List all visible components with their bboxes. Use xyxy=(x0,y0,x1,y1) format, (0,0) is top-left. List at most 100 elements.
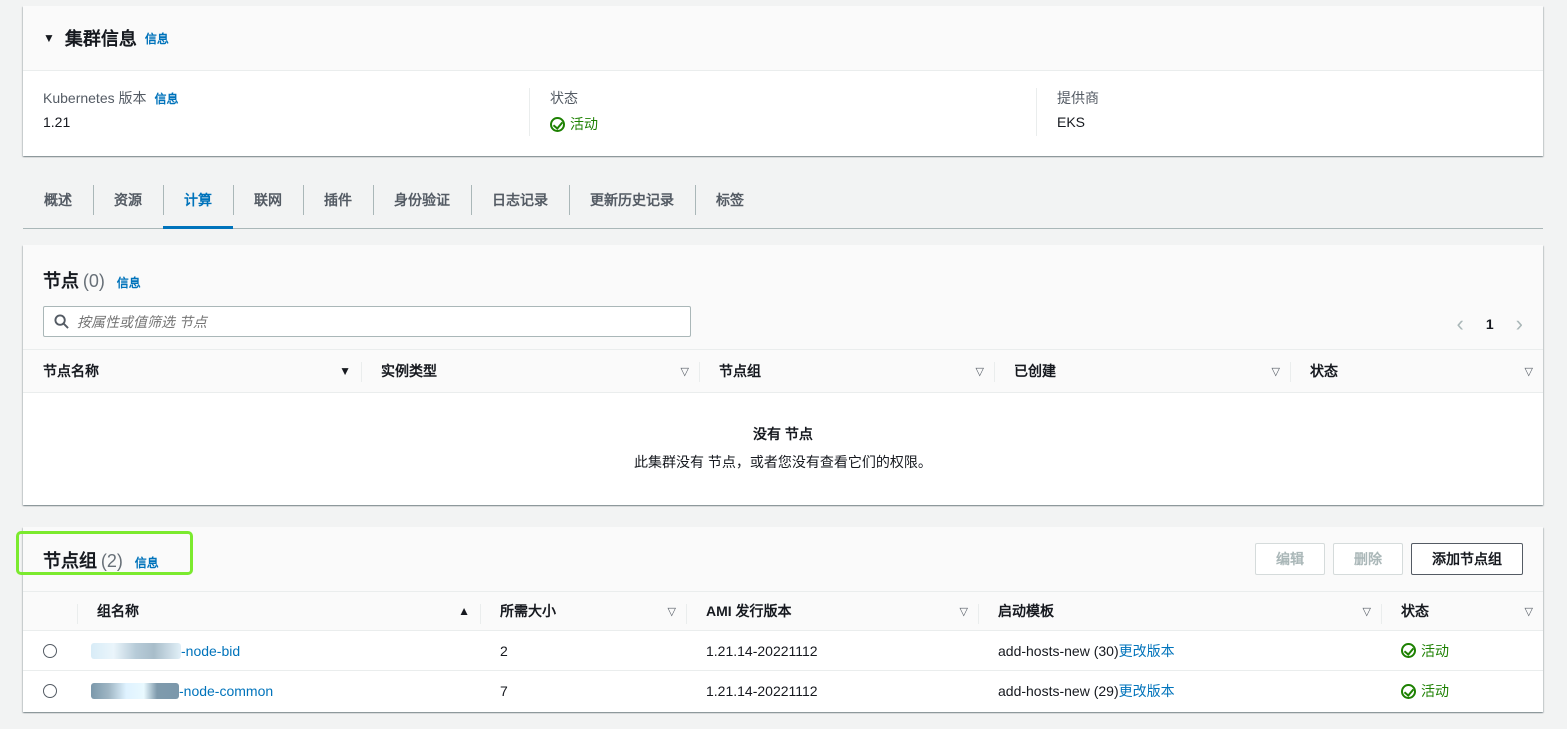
nodegroups-panel: 节点组 (2) 信息 编辑 删除 添加节点组 组名称 ▲ 所需大小 ▽ AMI 发行… xyxy=(16,527,1543,712)
launch-template-name: add-hosts-new (30) xyxy=(998,642,1119,659)
column-label: 状态 xyxy=(1310,363,1338,379)
nodes-panel: 节点 (0) 信息 ‹ 1 › 节点名称 ▼ 实例类型 ▽ 节点组 ▽ 已创建 ▽ 状态… xyxy=(23,245,1543,505)
column-label: 状态 xyxy=(1401,603,1429,619)
sort-icon: ▽ xyxy=(1524,605,1533,618)
nodes-search-input[interactable] xyxy=(43,306,691,337)
column-label: AMI 发行版本 xyxy=(706,603,792,619)
nodes-count: (0) xyxy=(82,271,105,291)
tab-resources[interactable]: 资源 xyxy=(93,172,163,228)
status-value: 活动 xyxy=(570,116,598,132)
nodes-header: 节点 (0) 信息 ‹ 1 › xyxy=(23,245,1543,349)
check-circle-icon xyxy=(550,116,565,132)
status-value: 活动 xyxy=(1421,683,1449,699)
edit-button[interactable]: 编辑 xyxy=(1255,543,1325,575)
column-status[interactable]: 状态 ▽ xyxy=(1290,350,1543,392)
select-column xyxy=(23,592,77,630)
table-row[interactable]: -node-common 7 1.21.14-20221112 add-host… xyxy=(23,671,1543,711)
row-radio[interactable] xyxy=(43,643,57,658)
tab-authentication[interactable]: 身份验证 xyxy=(373,172,471,228)
current-page[interactable]: 1 xyxy=(1486,316,1494,332)
sort-icon: ▽ xyxy=(1362,605,1371,618)
column-label: 组名称 xyxy=(97,603,139,619)
kubernetes-version-value: 1.21 xyxy=(43,114,71,130)
kubernetes-version-info-link[interactable]: 信息 xyxy=(155,92,179,106)
nodegroup-link[interactable]: -node-common xyxy=(179,683,273,699)
sort-icon: ▽ xyxy=(667,605,676,618)
column-node-name[interactable]: 节点名称 ▼ xyxy=(23,350,361,392)
sort-icon: ▽ xyxy=(959,605,968,618)
status-value: 活动 xyxy=(1421,642,1449,659)
empty-title: 没有 节点 xyxy=(753,426,813,442)
sort-icon: ▽ xyxy=(1271,365,1280,378)
highlight-box xyxy=(16,531,193,575)
launch-template-cell: add-hosts-new (29) 更改版本 xyxy=(978,671,1381,711)
column-instance-type[interactable]: 实例类型 ▽ xyxy=(361,350,699,392)
column-label: 实例类型 xyxy=(381,363,437,379)
status-field: 状态 活动 xyxy=(529,88,1036,136)
cluster-info-panel: ▼ 集群信息 信息 Kubernetes 版本 信息 1.21 状态 活动 提供商… xyxy=(23,6,1543,156)
cluster-info-body: Kubernetes 版本 信息 1.21 状态 活动 提供商 EKS xyxy=(23,71,1543,136)
tab-update-history[interactable]: 更新历史记录 xyxy=(569,172,695,228)
tab-addons[interactable]: 插件 xyxy=(303,172,373,228)
status-label: 状态 xyxy=(550,90,578,106)
row-select-cell xyxy=(23,684,77,698)
column-launch-template[interactable]: 启动模板 ▽ xyxy=(978,592,1381,630)
provider-label: 提供商 xyxy=(1057,90,1099,106)
row-radio[interactable] xyxy=(43,684,57,698)
sort-icon: ▽ xyxy=(680,365,689,378)
chevron-left-icon[interactable]: ‹ xyxy=(1457,311,1464,337)
check-circle-icon xyxy=(1401,683,1416,699)
change-version-link[interactable]: 更改版本 xyxy=(1119,681,1175,701)
nodes-pagination: ‹ 1 › xyxy=(1457,311,1523,337)
nodegroups-table-body: -node-bid 2 1.21.14-20221112 add-hosts-n… xyxy=(23,631,1543,711)
nodegroups-table-header: 组名称 ▲ 所需大小 ▽ AMI 发行版本 ▽ 启动模板 ▽ 状态 ▽ xyxy=(23,591,1543,631)
group-name-cell: -node-bid xyxy=(77,631,480,670)
tab-networking[interactable]: 联网 xyxy=(233,172,303,228)
provider-field: 提供商 EKS xyxy=(1036,88,1543,136)
kubernetes-version-field: Kubernetes 版本 信息 1.21 xyxy=(23,88,529,136)
tab-logging[interactable]: 日志记录 xyxy=(471,172,569,228)
nodes-table-header: 节点名称 ▼ 实例类型 ▽ 节点组 ▽ 已创建 ▽ 状态 ▽ xyxy=(23,349,1543,393)
column-label: 节点名称 xyxy=(43,363,99,379)
check-circle-icon xyxy=(1401,643,1416,658)
add-nodegroup-button[interactable]: 添加节点组 xyxy=(1411,543,1523,575)
ami-version-cell: 1.21.14-20221112 xyxy=(706,642,818,659)
column-label: 启动模板 xyxy=(998,603,1054,619)
column-group-name[interactable]: 组名称 ▲ xyxy=(77,592,480,630)
empty-description: 此集群没有 节点，或者您没有查看它们的权限。 xyxy=(634,454,932,470)
status-cell: 活动 xyxy=(1381,671,1543,711)
delete-button[interactable]: 删除 xyxy=(1333,543,1403,575)
nodes-title: 节点 xyxy=(43,271,79,291)
search-icon xyxy=(54,314,69,329)
row-select-cell xyxy=(23,643,77,658)
column-nodegroup[interactable]: 节点组 ▽ xyxy=(699,350,994,392)
column-created[interactable]: 已创建 ▽ xyxy=(994,350,1290,392)
column-status[interactable]: 状态 ▽ xyxy=(1381,592,1543,630)
column-label: 节点组 xyxy=(719,363,761,379)
cluster-tabs: 概述 资源 计算 联网 插件 身份验证 日志记录 更新历史记录 标签 xyxy=(23,172,1543,229)
table-row[interactable]: -node-bid 2 1.21.14-20221112 add-hosts-n… xyxy=(23,631,1543,671)
nodes-search-field[interactable] xyxy=(77,313,637,330)
sort-asc-icon: ▲ xyxy=(458,604,470,618)
column-ami-version[interactable]: AMI 发行版本 ▽ xyxy=(686,592,978,630)
nodes-info-link[interactable]: 信息 xyxy=(117,276,141,290)
kubernetes-version-label: Kubernetes 版本 xyxy=(43,90,147,106)
column-label: 已创建 xyxy=(1014,363,1056,379)
column-desired-size[interactable]: 所需大小 ▽ xyxy=(480,592,686,630)
desired-size-cell: 7 xyxy=(500,683,508,699)
tab-tags[interactable]: 标签 xyxy=(695,172,765,228)
change-version-link[interactable]: 更改版本 xyxy=(1119,641,1175,661)
nodegroup-link[interactable]: -node-bid xyxy=(181,643,240,659)
tab-overview[interactable]: 概述 xyxy=(23,172,93,228)
cluster-info-header[interactable]: ▼ 集群信息 信息 xyxy=(23,6,1543,71)
nodegroups-actions: 编辑 删除 添加节点组 xyxy=(1255,543,1523,575)
cluster-info-link[interactable]: 信息 xyxy=(145,30,169,47)
launch-template-cell: add-hosts-new (30) 更改版本 xyxy=(978,631,1381,670)
chevron-right-icon[interactable]: › xyxy=(1516,311,1523,337)
sort-icon: ▽ xyxy=(975,365,984,378)
tab-compute[interactable]: 计算 xyxy=(163,172,233,229)
provider-value: EKS xyxy=(1057,114,1086,130)
desired-size-cell: 2 xyxy=(500,642,508,659)
caret-down-icon[interactable]: ▼ xyxy=(43,31,55,45)
launch-template-name: add-hosts-new (29) xyxy=(998,683,1119,699)
